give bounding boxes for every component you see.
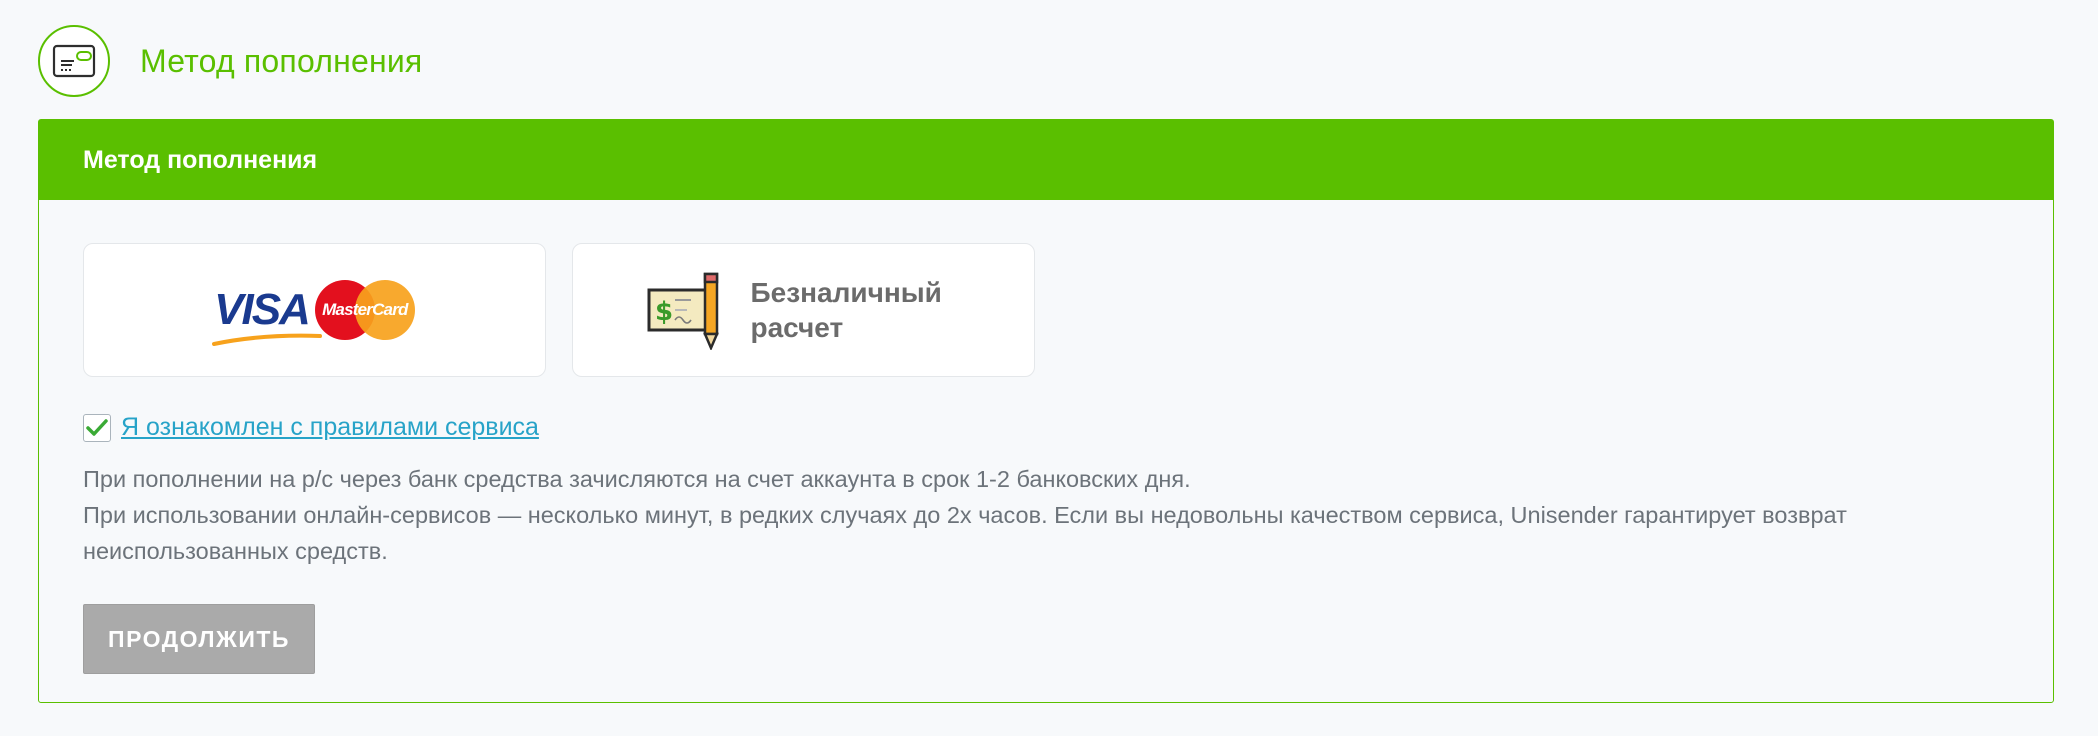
payment-method-page: Метод пополнения Метод пополнения VISA M… <box>0 0 2098 736</box>
visa-logo: VISA <box>212 288 323 346</box>
note-line-2: При использовании онлайн-сервисов — неск… <box>83 502 1847 564</box>
note-line-1: При пополнении на р/с через банк средств… <box>83 466 1191 492</box>
terms-link[interactable]: Я ознакомлен с правилами сервиса <box>121 413 539 442</box>
page-title: Метод пополнения <box>140 42 423 79</box>
method-card-visa-mastercard[interactable]: VISA MasterCard <box>83 243 546 377</box>
method-cashless[interactable]: $ Безналичный расчет <box>572 243 1035 377</box>
visa-mastercard-logo: VISA MasterCard <box>212 280 415 346</box>
terms-checkbox[interactable] <box>83 413 111 442</box>
cashless-label: Безналичный расчет <box>750 277 942 343</box>
payment-method-card: Метод пополнения VISA MasterCard $ Безна… <box>38 119 2054 703</box>
cashless-logo: $ Безналичный расчет <box>647 270 961 350</box>
payment-note: При пополнении на р/с через банк средств… <box>83 461 2023 569</box>
svg-text:$: $ <box>655 297 673 327</box>
continue-button[interactable]: ПРОДОЛЖИТЬ <box>83 604 315 674</box>
wallet-card-icon <box>38 25 110 97</box>
mastercard-logo: MasterCard <box>314 280 415 340</box>
check-icon <box>86 418 108 436</box>
card-header: Метод пополнения <box>39 120 2053 200</box>
terms-agreement: Я ознакомлен с правилами сервиса <box>83 413 539 442</box>
card-header-title: Метод пополнения <box>83 145 318 174</box>
cheque-pencil-icon: $ <box>647 272 719 350</box>
payment-methods: VISA MasterCard $ Безналичный расчет <box>83 243 1035 377</box>
section-header: Метод пополнения <box>38 25 422 97</box>
